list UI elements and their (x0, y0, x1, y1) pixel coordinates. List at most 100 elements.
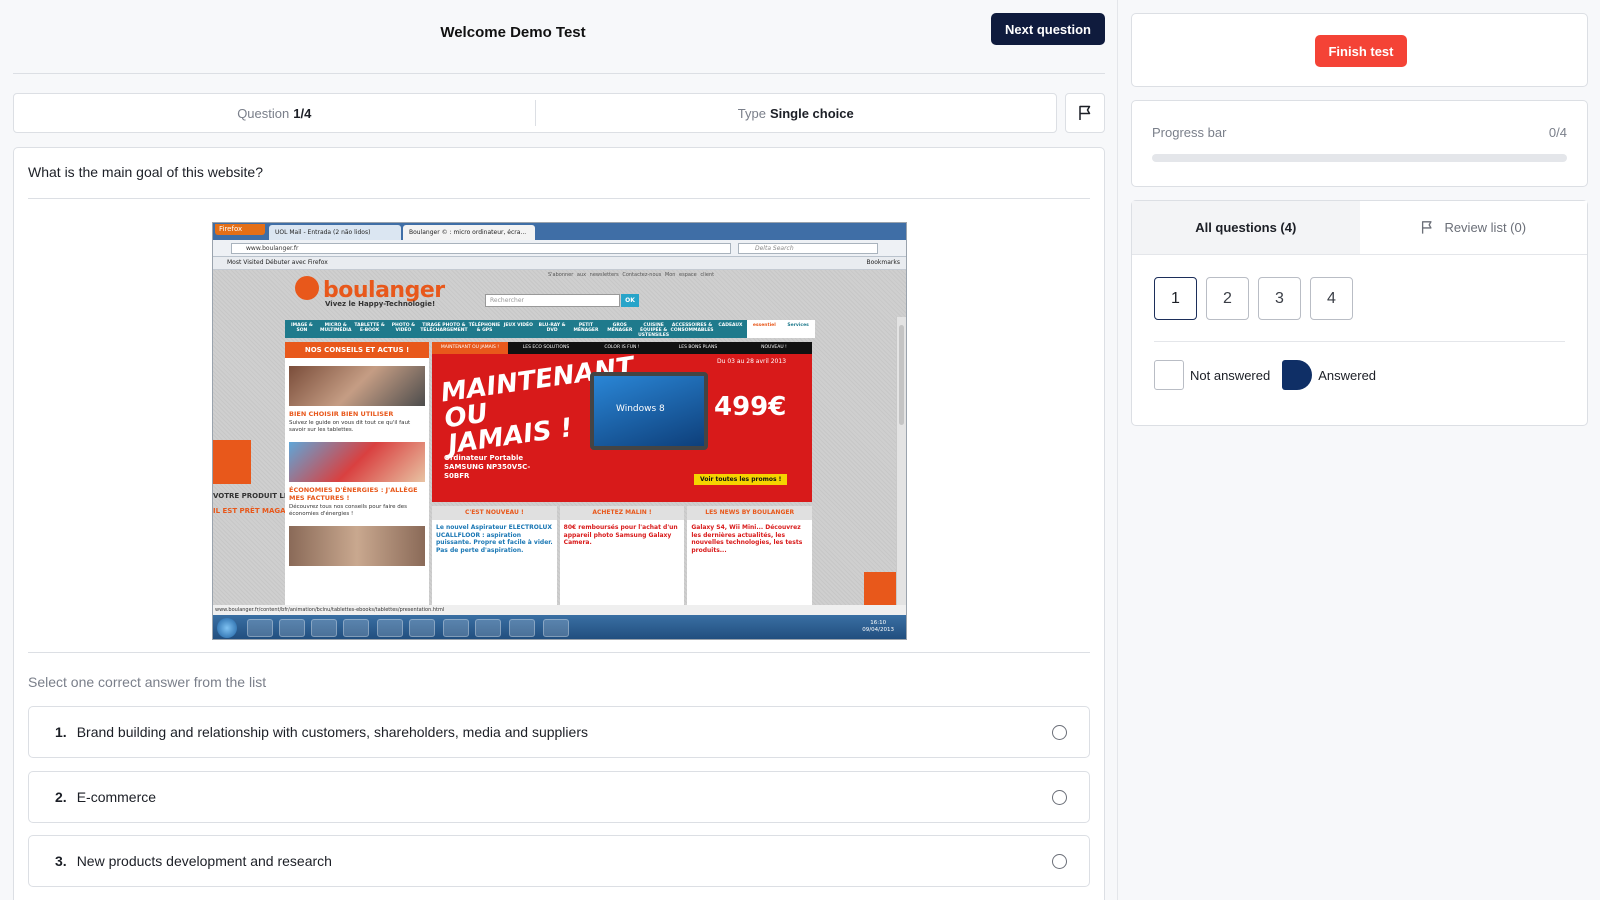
answer-text: New products development and research (76, 853, 332, 869)
bookmarks-bar: Most Visited Débuter avec Firefox Bookma… (213, 257, 906, 270)
hero-tab: NOUVEAU ! (761, 345, 787, 350)
browser-search: Delta Search (738, 243, 878, 254)
site-menu: IMAGE & SON MICRO & MULTIMÉDIA TABLETTE … (285, 320, 816, 338)
question-number-label: Question (237, 105, 290, 121)
menu-item: TÉLÉPHONIE & GPS (468, 323, 501, 333)
bookmarks-right: Bookmarks (866, 259, 900, 266)
question-navigator: All questions (4) Review list (0) 1 2 3 … (1131, 200, 1588, 426)
site-logo: boulanger (295, 276, 445, 303)
firefox-icon (475, 619, 501, 637)
menu-item: CUISINE ÉQUIPÉE & USTENSILES (638, 323, 670, 338)
site-top-links: S'abonner aux newsletters Contactez-nous… (548, 272, 715, 278)
news-column: LES NEWS BY BOULANGER Galaxy S4, Wii Min… (687, 506, 813, 606)
site-tagline: Vivez le Happy-Technologie! (325, 300, 436, 308)
tab-all-questions[interactable]: All questions (4) (1132, 201, 1360, 254)
question-panel: Welcome Demo Test Next question Question… (0, 0, 1117, 900)
site-search-ok: OK (621, 294, 639, 307)
answer-option-3[interactable]: 3. New products development and research (28, 835, 1090, 887)
question-button-4[interactable]: 4 (1310, 277, 1353, 320)
page-scrollbar (896, 317, 906, 639)
divider (1154, 341, 1565, 342)
menu-item: BLU-RAY & DVD (538, 323, 566, 333)
sidebar-heading: NOS CONSEILS ET ACTUS ! (285, 342, 429, 358)
hero-tab: MAINTENANT OU JAMAIS ! (432, 342, 508, 354)
menu-item: MICRO & MULTIMÉDIA (320, 323, 352, 333)
status-legend: Not answered Answered (1154, 360, 1376, 390)
sidebar-image (289, 442, 425, 482)
radio-icon[interactable] (1052, 790, 1067, 805)
menu-item: JEUX VIDÉO (503, 323, 533, 328)
site-sidebar: NOS CONSEILS ET ACTUS ! BIEN CHOISIR BIE… (285, 342, 429, 605)
news-column: ACHETEZ MALIN ! 80€ remboursés pour l'ac… (559, 506, 685, 606)
question-type: Type Single choice (534, 100, 1057, 126)
not-answered-swatch (1154, 360, 1184, 390)
menu-item: CADEAUX (718, 323, 743, 328)
menu-item: GROS MÉNAGER (607, 323, 633, 333)
answer-text: Brand building and relationship with cus… (76, 724, 588, 740)
divider (28, 652, 1090, 653)
news-text: 80€ remboursés pour l'achat d'un apparei… (563, 524, 678, 546)
news-text: Le nouvel Aspirateur ELECTROLUX UCALLFLO… (436, 524, 553, 554)
question-number: Question 1/4 (14, 94, 535, 132)
taskbar-clock: 16:10 09/04/2013 (862, 620, 894, 634)
radio-icon[interactable] (1052, 854, 1067, 869)
finish-card: Finish test (1131, 13, 1588, 87)
divider (28, 198, 1090, 199)
news-heading: C'EST NOUVEAU ! (432, 506, 557, 520)
media-icon (279, 619, 305, 637)
ie-icon (311, 619, 337, 637)
browser-tab-active: Boulanger © : micro ordinateur, écra... (403, 225, 535, 240)
hero-date: Du 03 au 28 avril 2013 (717, 358, 787, 365)
progress-label: Progress bar (1152, 125, 1227, 140)
question-button-2[interactable]: 2 (1206, 277, 1249, 320)
test-title: Welcome Demo Test (440, 24, 586, 41)
question-type-value: Single choice (769, 105, 854, 121)
sidebar-image (289, 526, 425, 566)
menu-item: essentiel (747, 320, 782, 338)
clock-time: 16:10 (870, 620, 887, 626)
news-columns: C'EST NOUVEAU ! Le nouvel Aspirateur ELE… (432, 506, 813, 606)
question-text: What is the main goal of this website? (28, 164, 264, 180)
next-question-button[interactable]: Next question (991, 13, 1105, 45)
bookmarks-left: Most Visited Débuter avec Firefox (227, 259, 328, 266)
laptop-label: Windows 8 (616, 404, 665, 414)
site-search: Rechercher (485, 294, 620, 307)
browser-tab: UOL Mail - Entrada (2 não lidos) (269, 225, 401, 240)
excel-icon (343, 619, 369, 637)
hero-tab: LES ECO SOLUTIONS (522, 345, 570, 350)
answer-number: 2. (55, 789, 67, 805)
logo-mark (295, 276, 319, 300)
question-card: What is the main goal of this website? F… (13, 147, 1105, 900)
powerpoint-icon (409, 619, 435, 637)
word-icon (377, 619, 403, 637)
windows-taskbar: 16:10 09/04/2013 (213, 615, 906, 639)
question-button-3[interactable]: 3 (1258, 277, 1301, 320)
browser-tab-strip: Firefox UOL Mail - Entrada (2 não lidos)… (213, 223, 906, 240)
question-grid: 1 2 3 4 (1154, 277, 1353, 320)
answer-number: 1. (55, 724, 67, 740)
answer-number: 3. (55, 853, 67, 869)
answer-option-2[interactable]: 2. E-commerce (28, 771, 1090, 823)
firefox-button: Firefox (215, 224, 265, 235)
app-icon (543, 619, 569, 637)
menu-item: PETIT MÉNAGER (573, 323, 599, 333)
hero-price: 499€ (714, 392, 787, 422)
sidebar-title: ÉCONOMIES D'ÉNERGIES : J'ALLÈGE MES FACT… (289, 486, 418, 502)
sidebar-text: Suivez le guide on vous dit tout ce qu'i… (289, 420, 411, 433)
web-page: S'abonner aux newsletters Contactez-nous… (213, 270, 906, 639)
answer-option-1[interactable]: 1. Brand building and relationship with … (28, 706, 1090, 758)
explorer-icon (247, 619, 273, 637)
news-column: C'EST NOUVEAU ! Le nouvel Aspirateur ELE… (432, 506, 557, 606)
hero-subtitle: Ordinateur Portable SAMSUNG NP350V5C-S0B… (444, 454, 531, 480)
answer-instruction: Select one correct answer from the list (28, 674, 267, 690)
tab-review-list[interactable]: Review list (0) (1359, 201, 1587, 254)
radio-icon[interactable] (1052, 725, 1067, 740)
clock-date: 09/04/2013 (862, 627, 894, 633)
tab-review-label: Review list (0) (1444, 220, 1527, 235)
question-button-1[interactable]: 1 (1154, 277, 1197, 320)
flag-question-button[interactable] (1065, 93, 1105, 133)
finish-test-button[interactable]: Finish test (1315, 35, 1407, 67)
navigation-panel: Finish test Progress bar 0/4 All questio… (1117, 0, 1600, 900)
browser-url: www.boulanger.fr (231, 243, 731, 254)
menu-item: ACCESSOIRES & CONSOMMABLES (670, 323, 714, 333)
